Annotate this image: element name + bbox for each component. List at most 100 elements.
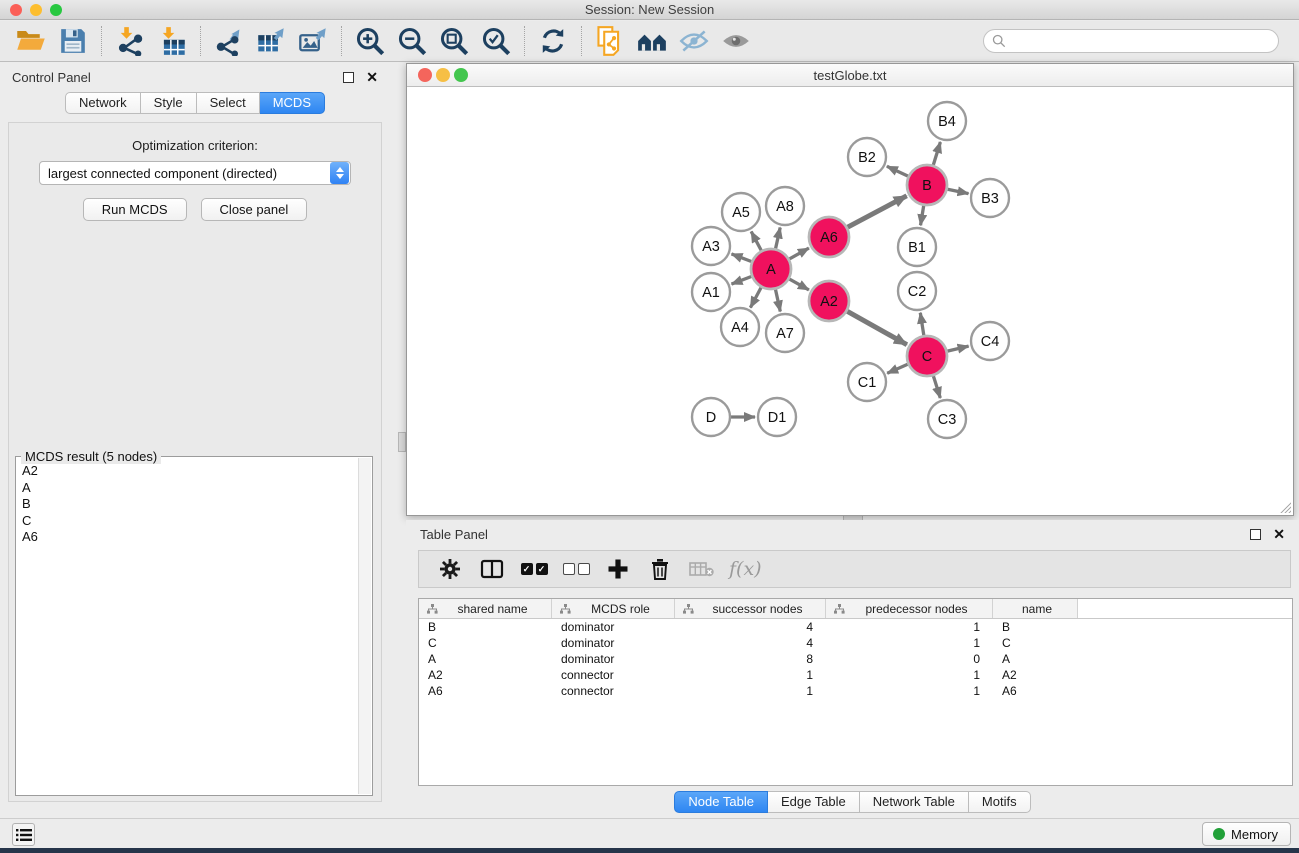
edge-C-C2[interactable] <box>920 313 924 336</box>
cell-successor_nodes[interactable]: 8 <box>675 652 826 666</box>
tab-style[interactable]: Style <box>141 92 197 114</box>
cell-shared_name[interactable]: A2 <box>419 668 552 682</box>
open-session-button[interactable] <box>10 24 52 58</box>
cell-predecessor_nodes[interactable]: 1 <box>826 684 993 698</box>
table-settings-button[interactable] <box>435 554 465 584</box>
column-header-MCDS-role[interactable]: MCDS role <box>552 599 675 618</box>
cell-successor_nodes[interactable]: 1 <box>675 684 826 698</box>
float-panel-icon[interactable] <box>1250 529 1261 540</box>
delete-table-button[interactable] <box>687 554 717 584</box>
cell-mcds_role[interactable]: dominator <box>552 652 675 666</box>
table-row[interactable]: Cdominator41C <box>419 635 1292 651</box>
close-panel-icon[interactable]: ✕ <box>1273 529 1285 540</box>
tab-network[interactable]: Network <box>65 92 141 114</box>
cell-predecessor_nodes[interactable]: 1 <box>826 636 993 650</box>
table-row[interactable]: Adominator80A <box>419 651 1292 667</box>
graph-node-A8[interactable]: A8 <box>766 187 804 225</box>
graph-node-B[interactable]: B <box>907 165 947 205</box>
result-scrollbar[interactable] <box>358 458 371 794</box>
result-list-item[interactable]: A2 <box>16 463 358 480</box>
export-table-button[interactable] <box>250 24 292 58</box>
graph-node-A3[interactable]: A3 <box>692 227 730 265</box>
graph-node-A7[interactable]: A7 <box>766 314 804 352</box>
edge-A6-B[interactable] <box>848 196 907 227</box>
export-network-button[interactable] <box>208 24 250 58</box>
task-history-button[interactable] <box>12 823 35 846</box>
network-maximize-button[interactable] <box>454 68 468 82</box>
hide-selected-button[interactable] <box>673 24 715 58</box>
graph-node-B1[interactable]: B1 <box>898 228 936 266</box>
edge-A-A8[interactable] <box>776 228 781 249</box>
zoom-out-button[interactable] <box>391 24 433 58</box>
table-tab-node-table[interactable]: Node Table <box>674 791 768 813</box>
tab-mcds[interactable]: MCDS <box>260 92 325 114</box>
cell-successor_nodes[interactable]: 4 <box>675 620 826 634</box>
tab-select[interactable]: Select <box>197 92 260 114</box>
edge-A-A1[interactable] <box>732 277 752 285</box>
table-tab-network-table[interactable]: Network Table <box>860 791 969 813</box>
cell-successor_nodes[interactable]: 4 <box>675 636 826 650</box>
close-panel-button[interactable]: Close panel <box>201 198 308 221</box>
close-window-button[interactable] <box>10 4 22 16</box>
edge-B-B2[interactable] <box>887 166 908 176</box>
result-list-item[interactable]: A <box>16 480 358 497</box>
node-table[interactable]: shared nameMCDS rolesuccessor nodesprede… <box>418 598 1293 786</box>
table-tab-edge-table[interactable]: Edge Table <box>768 791 860 813</box>
cell-name[interactable]: C <box>993 636 1078 650</box>
cell-shared_name[interactable]: A <box>419 652 552 666</box>
cell-predecessor_nodes[interactable]: 1 <box>826 668 993 682</box>
select-all-button[interactable]: ✓✓ <box>519 554 549 584</box>
cell-successor_nodes[interactable]: 1 <box>675 668 826 682</box>
deselect-all-button[interactable] <box>561 554 591 584</box>
cell-predecessor_nodes[interactable]: 0 <box>826 652 993 666</box>
graph-node-A[interactable]: A <box>751 249 791 289</box>
result-list-item[interactable]: B <box>16 496 358 513</box>
edge-A2-C[interactable] <box>847 311 907 344</box>
zoom-selected-button[interactable] <box>475 24 517 58</box>
criterion-dropdown[interactable]: largest connected component (directed) <box>39 161 351 185</box>
result-list-item[interactable]: C <box>16 513 358 530</box>
edge-A-A4[interactable] <box>750 288 761 308</box>
edge-C-C4[interactable] <box>947 346 968 351</box>
edge-A-A5[interactable] <box>751 232 761 251</box>
cell-shared_name[interactable]: C <box>419 636 552 650</box>
column-header-name[interactable]: name <box>993 599 1078 618</box>
export-image-button[interactable] <box>292 24 334 58</box>
cell-mcds_role[interactable]: connector <box>552 684 675 698</box>
column-header-shared-name[interactable]: shared name <box>419 599 552 618</box>
float-panel-icon[interactable] <box>343 72 354 83</box>
edge-A-A7[interactable] <box>776 290 781 312</box>
graph-node-A5[interactable]: A5 <box>722 193 760 231</box>
minimize-window-button[interactable] <box>30 4 42 16</box>
show-columns-button[interactable] <box>477 554 507 584</box>
edge-B-B3[interactable] <box>948 189 969 193</box>
delete-entry-button[interactable] <box>645 554 675 584</box>
refresh-view-button[interactable] <box>532 24 574 58</box>
network-minimize-button[interactable] <box>436 68 450 82</box>
network-close-button[interactable] <box>418 68 432 82</box>
graph-node-C[interactable]: C <box>907 336 947 376</box>
table-row[interactable]: Bdominator41B <box>419 619 1292 635</box>
add-entry-button[interactable] <box>603 554 633 584</box>
cell-mcds_role[interactable]: dominator <box>552 620 675 634</box>
cell-shared_name[interactable]: B <box>419 620 552 634</box>
save-session-button[interactable] <box>52 24 94 58</box>
edge-A-A3[interactable] <box>732 254 752 262</box>
cell-name[interactable]: B <box>993 620 1078 634</box>
edge-A-A2[interactable] <box>789 279 809 290</box>
edge-A-A6[interactable] <box>789 248 809 259</box>
graph-node-C4[interactable]: C4 <box>971 322 1009 360</box>
run-mcds-button[interactable]: Run MCDS <box>83 198 187 221</box>
cell-name[interactable]: A <box>993 652 1078 666</box>
cell-mcds_role[interactable]: dominator <box>552 636 675 650</box>
import-network-button[interactable] <box>109 24 151 58</box>
graph-node-A6[interactable]: A6 <box>809 217 849 257</box>
cell-mcds_role[interactable]: connector <box>552 668 675 682</box>
graph-node-C2[interactable]: C2 <box>898 272 936 310</box>
cell-name[interactable]: A6 <box>993 684 1078 698</box>
home-button[interactable] <box>631 24 673 58</box>
graph-node-C3[interactable]: C3 <box>928 400 966 438</box>
memory-button[interactable]: Memory <box>1202 822 1291 846</box>
zoom-in-button[interactable] <box>349 24 391 58</box>
graph-node-A1[interactable]: A1 <box>692 273 730 311</box>
